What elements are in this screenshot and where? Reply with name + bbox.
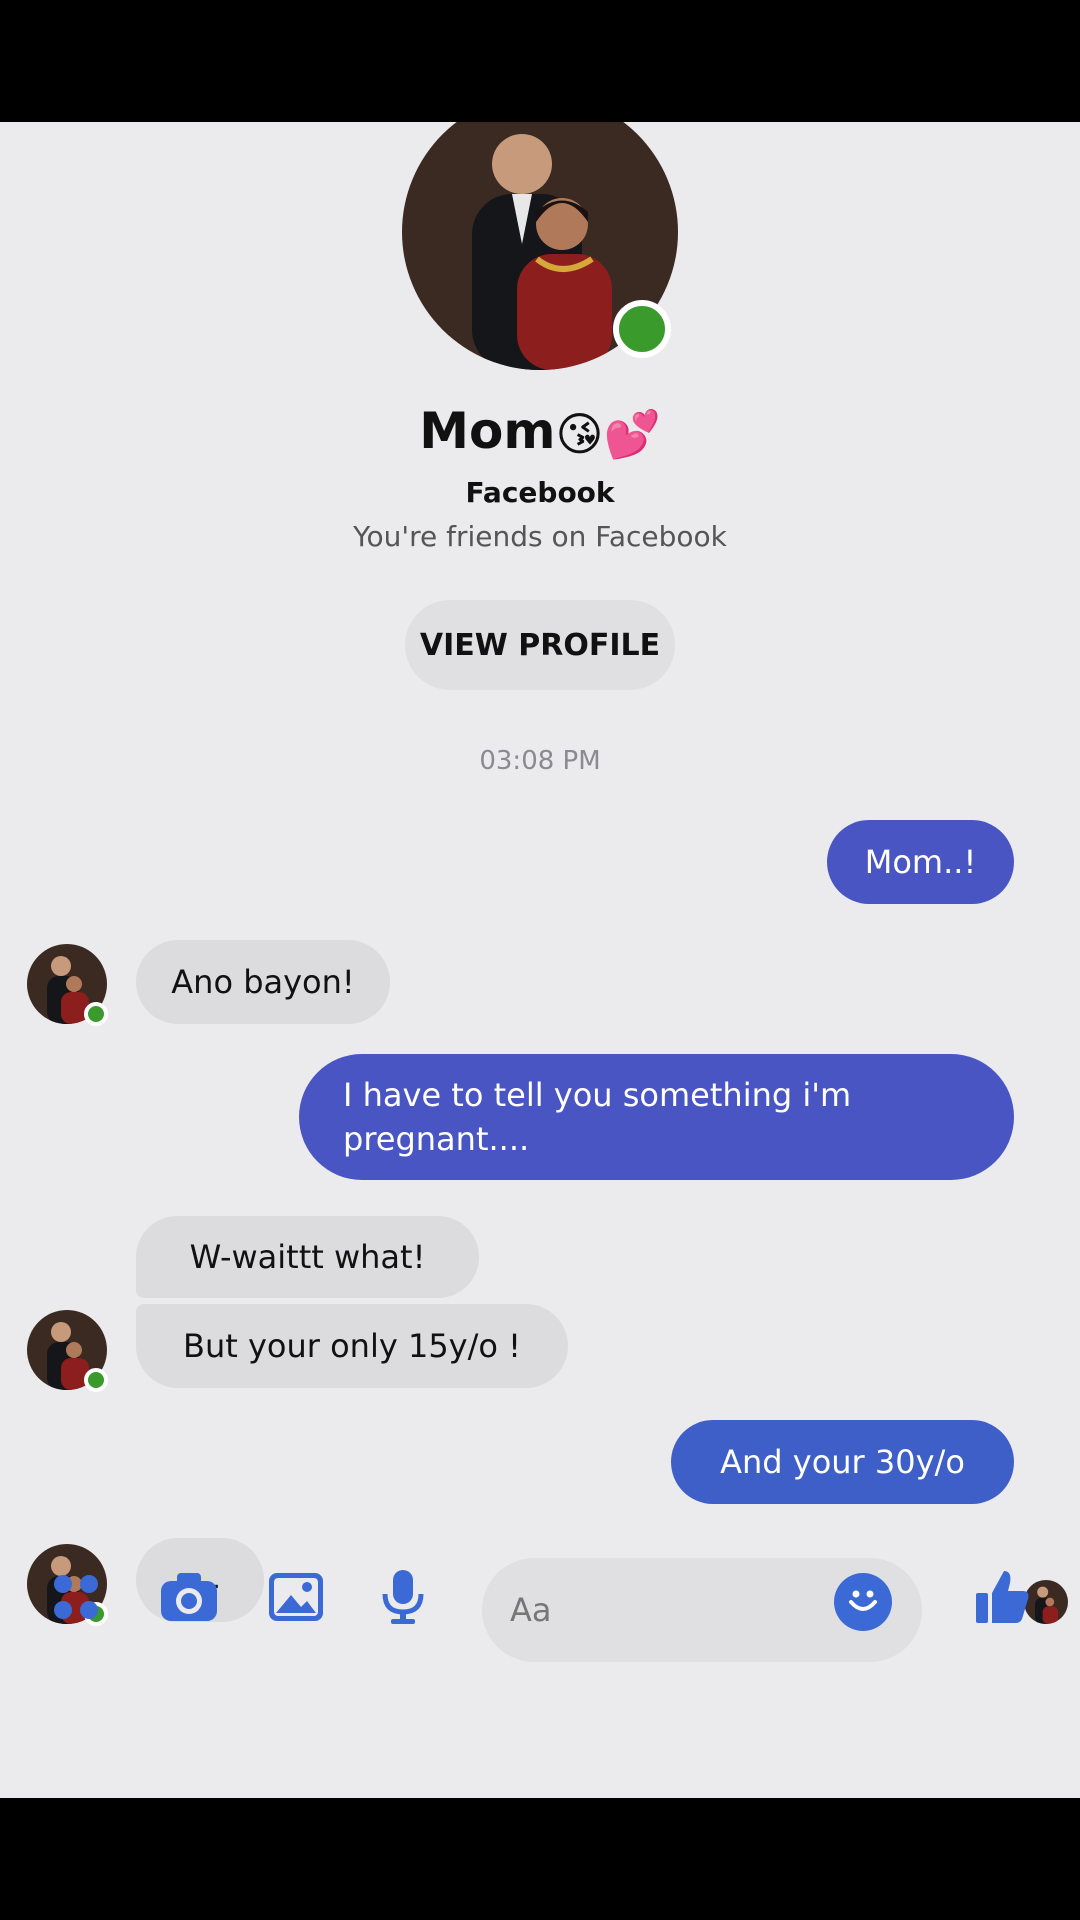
contact-platform: Facebook xyxy=(465,476,615,509)
contact-name: Mom😘💕 xyxy=(0,402,1080,462)
apps-button[interactable] xyxy=(44,1567,108,1631)
message-input[interactable] xyxy=(510,1572,810,1648)
chat-screen: Mom😘💕 Facebook You're friends on Faceboo… xyxy=(0,122,1080,1798)
emoji-button[interactable] xyxy=(834,1573,892,1631)
emoji-icon xyxy=(843,1580,883,1624)
message-outgoing[interactable]: Mom..! xyxy=(827,820,1014,904)
message-text: W-waittt what! xyxy=(189,1238,426,1276)
camera-icon xyxy=(159,1571,219,1627)
message-outgoing[interactable]: I have to tell you something i'm pregnan… xyxy=(299,1054,1014,1180)
like-button[interactable] xyxy=(970,1567,1034,1631)
microphone-button[interactable] xyxy=(371,1567,435,1631)
contact-name-emojis: 😘💕 xyxy=(555,407,661,461)
message-outgoing[interactable]: And your 30y/o xyxy=(671,1420,1014,1504)
view-profile-button[interactable]: VIEW PROFILE xyxy=(405,600,675,690)
online-dot xyxy=(84,1002,108,1026)
message-incoming[interactable]: Ano bayon! xyxy=(136,940,390,1024)
message-text: Ano bayon! xyxy=(171,963,355,1001)
chat-timestamp: 03:08 PM xyxy=(479,746,601,776)
camera-button[interactable] xyxy=(157,1567,221,1631)
friends-status: You're friends on Facebook xyxy=(353,520,727,553)
apps-icon xyxy=(50,1571,102,1627)
gallery-icon xyxy=(267,1571,325,1627)
message-text: Mom..! xyxy=(864,843,977,881)
message-text: And your 30y/o xyxy=(720,1443,965,1481)
bottom-black-bar xyxy=(0,1798,1080,1920)
gallery-button[interactable] xyxy=(264,1567,328,1631)
online-indicator xyxy=(613,300,671,358)
message-text: But your only 15y/o ! xyxy=(183,1327,521,1365)
message-incoming[interactable]: But your only 15y/o ! xyxy=(136,1304,568,1388)
message-incoming[interactable]: W-waittt what! xyxy=(136,1216,479,1298)
microphone-icon xyxy=(381,1568,425,1630)
thumbs-up-icon xyxy=(972,1567,1032,1631)
top-black-bar xyxy=(0,0,1080,122)
contact-name-text: Mom xyxy=(419,402,556,460)
online-dot xyxy=(84,1368,108,1392)
message-text: I have to tell you something i'm pregnan… xyxy=(343,1076,852,1158)
